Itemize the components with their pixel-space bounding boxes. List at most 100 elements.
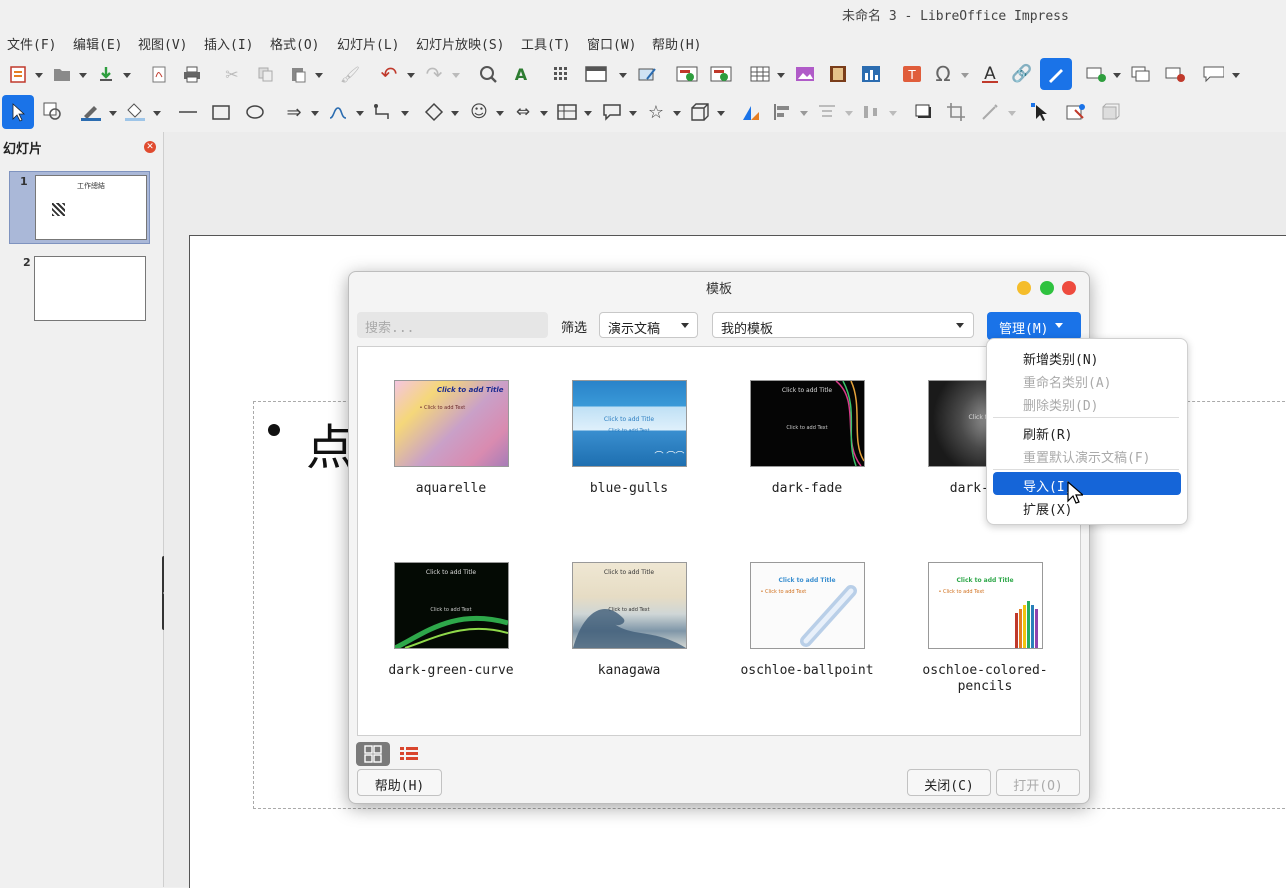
clone-formatting-icon[interactable]: 🖌 (339, 63, 361, 85)
select-arrow-icon[interactable] (2, 95, 34, 129)
menu-item-import-highlight[interactable] (993, 472, 1181, 495)
template-item[interactable]: Click to add Title Click to add Text dar… (371, 562, 531, 679)
flowchart-icon[interactable] (556, 101, 578, 123)
list-view-button[interactable] (395, 742, 425, 766)
chevron-down-icon[interactable] (1008, 111, 1016, 116)
insert-image-icon[interactable] (794, 63, 816, 85)
grid-view-button[interactable] (356, 742, 390, 766)
special-character-icon[interactable]: Ω (932, 62, 954, 86)
template-item[interactable]: Click to add Title • Click to add Text o… (905, 562, 1065, 695)
chevron-down-icon[interactable] (629, 111, 637, 116)
menu-edit[interactable]: 编辑(E) (73, 34, 122, 53)
menu-item-import[interactable]: 导入(I) (1023, 476, 1072, 495)
open-folder-icon[interactable] (51, 63, 73, 85)
chevron-down-icon[interactable] (401, 111, 409, 116)
block-arrows-icon[interactable]: ⇔ (512, 101, 534, 123)
fontwork-icon[interactable]: A (979, 63, 1001, 85)
chevron-down-icon[interactable] (496, 111, 504, 116)
master-slide-icon[interactable] (636, 63, 658, 85)
menu-window[interactable]: 窗口(W) (587, 34, 636, 53)
symbol-shapes-icon[interactable]: ☺ (468, 101, 490, 123)
slide-thumbnail-1-selected[interactable]: 1 工作總結 (9, 171, 150, 244)
chevron-down-icon[interactable] (777, 73, 785, 78)
curve-icon[interactable] (327, 101, 349, 123)
connector-icon[interactable] (372, 101, 394, 123)
minimize-icon[interactable] (1017, 281, 1031, 295)
zoom-pan-icon[interactable] (42, 101, 64, 123)
ellipse-icon[interactable] (244, 101, 266, 123)
chevron-down-icon[interactable] (540, 111, 548, 116)
chevron-down-icon[interactable] (673, 111, 681, 116)
close-pane-icon[interactable]: ✕ (144, 141, 156, 153)
extrusion-icon[interactable] (1099, 101, 1121, 123)
print-icon[interactable] (181, 63, 203, 85)
chevron-down-icon[interactable] (1113, 73, 1121, 78)
chevron-down-icon[interactable] (356, 111, 364, 116)
close-icon[interactable] (1062, 281, 1076, 295)
show-comments-icon[interactable] (1130, 63, 1152, 85)
filter-select[interactable]: 演示文稿 (599, 312, 698, 338)
menu-item-refresh[interactable]: 刷新(R) (1023, 424, 1072, 443)
close-button[interactable]: 关闭(C) (907, 769, 991, 796)
3d-objects-icon[interactable] (689, 101, 711, 123)
callout-icon[interactable] (1202, 63, 1224, 85)
distribute-icon[interactable] (860, 101, 882, 123)
menu-slide[interactable]: 幻灯片(L) (337, 34, 399, 53)
grid-icon[interactable] (550, 63, 572, 85)
template-item[interactable]: Click to add Title • Click to add Text a… (371, 380, 531, 497)
chevron-down-icon[interactable] (717, 111, 725, 116)
menu-item-extensions[interactable]: 扩展(X) (1023, 499, 1072, 518)
chevron-down-icon[interactable] (153, 111, 161, 116)
redo-icon[interactable]: ↷ (423, 62, 445, 86)
save-icon[interactable] (95, 63, 117, 85)
chevron-down-icon[interactable] (845, 111, 853, 116)
export-pdf-icon[interactable] (148, 63, 170, 85)
manage-button[interactable]: 管理(M) (987, 312, 1081, 340)
search-input[interactable]: 搜索... (357, 312, 548, 338)
line-icon[interactable] (177, 101, 199, 123)
basic-shapes-icon[interactable] (423, 101, 445, 123)
filter-icon[interactable] (980, 101, 1002, 123)
shadow-icon[interactable] (913, 101, 935, 123)
find-replace-icon[interactable] (477, 63, 499, 85)
menu-tools[interactable]: 工具(T) (521, 34, 570, 53)
new-document-icon[interactable] (7, 63, 29, 85)
chevron-down-icon[interactable] (584, 111, 592, 116)
delete-comment-icon[interactable] (1164, 63, 1186, 85)
template-item[interactable]: Click to add Title • Click to add Text o… (727, 562, 887, 679)
slide-thumbnail-2[interactable] (34, 256, 146, 321)
callout-shapes-icon[interactable] (601, 101, 623, 123)
menu-item-new-category[interactable]: 新增类别(N) (1023, 349, 1098, 368)
insert-textbox-icon[interactable]: T (901, 63, 923, 85)
menu-view[interactable]: 视图(V) (138, 34, 187, 53)
slideshow-current-icon[interactable] (710, 63, 732, 85)
fill-color-icon[interactable] (124, 101, 146, 123)
help-button[interactable]: 帮助(H) (357, 769, 442, 796)
arrange-icon[interactable] (816, 101, 838, 123)
chevron-down-icon[interactable] (407, 73, 415, 78)
chevron-down-icon[interactable] (889, 111, 897, 116)
insert-chart-icon[interactable] (860, 63, 882, 85)
copy-icon[interactable] (254, 63, 276, 85)
menu-file[interactable]: 文件(F) (7, 34, 56, 53)
insert-comment-icon[interactable] (1085, 63, 1107, 85)
undo-icon[interactable]: ↶ (378, 62, 400, 86)
draw-line-active-icon[interactable] (1040, 58, 1072, 90)
start-slideshow-icon[interactable] (676, 63, 698, 85)
insert-table-icon[interactable] (749, 63, 771, 85)
menu-insert[interactable]: 插入(I) (204, 34, 253, 53)
cut-icon[interactable]: ✂ (221, 63, 243, 85)
display-views-icon[interactable] (585, 63, 607, 85)
hyperlink-icon[interactable]: 🔗 (1011, 63, 1033, 85)
template-item[interactable]: Click to add Title Click to add Text ⌒ ⌒… (549, 380, 709, 497)
chevron-down-icon[interactable] (109, 111, 117, 116)
chevron-down-icon[interactable] (1232, 73, 1240, 78)
chevron-down-icon[interactable] (619, 73, 627, 78)
rotate-icon[interactable] (740, 101, 762, 123)
template-item[interactable]: Click to add Title Click to add Text kan… (549, 562, 709, 679)
spelling-icon[interactable]: A (510, 63, 532, 85)
stars-icon[interactable]: ☆ (645, 101, 667, 123)
menu-help[interactable]: 帮助(H) (652, 34, 701, 53)
chevron-down-icon[interactable] (961, 73, 969, 78)
template-item[interactable]: Click to add Title Click to add Text dar… (727, 380, 887, 497)
